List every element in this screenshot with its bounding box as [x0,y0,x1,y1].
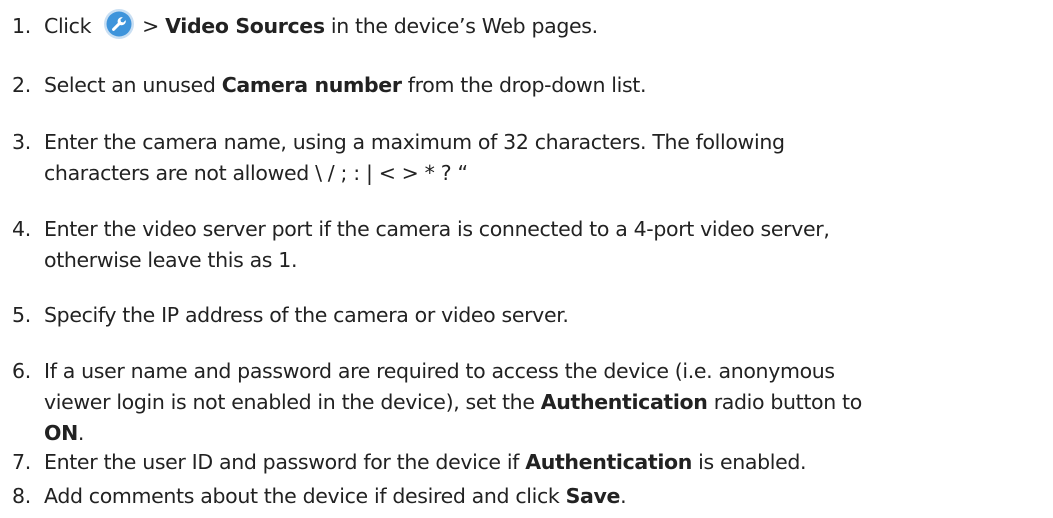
step-text: viewer login is not enabled in the devic… [44,390,535,414]
step-text: radio button to [713,390,863,414]
option-on: ON [44,421,78,445]
step-number: 3. [12,130,31,154]
step-line: otherwise leave this as 1. [12,245,1042,276]
button-name-save: Save [565,484,621,508]
menu-path-video-sources: Video Sources [165,14,325,38]
step-text: characters are not allowed \ / ; : | < >… [44,161,468,185]
step-line: viewer login is not enabled in the devic… [12,387,1042,418]
step-5: 5. Specify the IP address of the camera o… [12,300,1042,331]
step-line: ON. [12,418,1042,449]
step-text: in the device’s Web pages. [330,14,598,38]
step-text: Select an unused [44,73,216,97]
step-text: from the drop-down list. [407,73,647,97]
step-text: Click [44,14,92,38]
step-number: 5. [12,303,31,327]
field-name-authentication: Authentication [525,450,692,474]
step-7: 7. Enter the user ID and password for the… [12,447,1042,478]
step-text: If a user name and password are required… [44,359,835,383]
step-number: 1. [12,14,31,38]
step-number: 2. [12,73,31,97]
step-number: 4. [12,217,31,241]
step-text: Enter the video server port if the camer… [44,217,830,241]
step-3: 3. Enter the camera name, using a maximum… [12,127,1042,189]
field-name-authentication: Authentication [540,390,708,414]
step-2: 2. Select an unused Camera number from th… [12,70,1042,101]
step-text: . [77,421,85,445]
breadcrumb-separator: > [142,14,159,38]
step-line: 3. Enter the camera name, using a maximum… [12,127,1042,158]
step-8: 8. Add comments about the device if desir… [12,481,1042,512]
field-name-camera-number: Camera number [221,73,402,97]
step-number: 8. [12,484,31,508]
step-text: Enter the user ID and password for the d… [44,450,520,474]
step-text: Specify the IP address of the camera or … [44,303,569,327]
step-1: 1. Click > Video Sources in the device’s … [12,8,1042,42]
step-number: 7. [12,450,31,474]
step-text: . [620,484,627,508]
step-text: Add comments about the device if desired… [44,484,560,508]
step-4: 4. Enter the video server port if the cam… [12,214,1042,276]
wrench-settings-icon [103,8,135,40]
step-number: 6. [12,359,31,383]
step-line: characters are not allowed \ / ; : | < >… [12,158,1042,189]
step-line: 6. If a user name and password are requir… [12,356,1042,387]
step-text: Enter the camera name, using a maximum o… [44,130,785,154]
step-line: 4. Enter the video server port if the cam… [12,214,1042,245]
instruction-steps: 1. Click > Video Sources in the device’s … [0,0,1053,518]
step-text: is enabled. [698,450,807,474]
step-6: 6. If a user name and password are requir… [12,356,1042,449]
step-text: otherwise leave this as 1. [44,248,298,272]
